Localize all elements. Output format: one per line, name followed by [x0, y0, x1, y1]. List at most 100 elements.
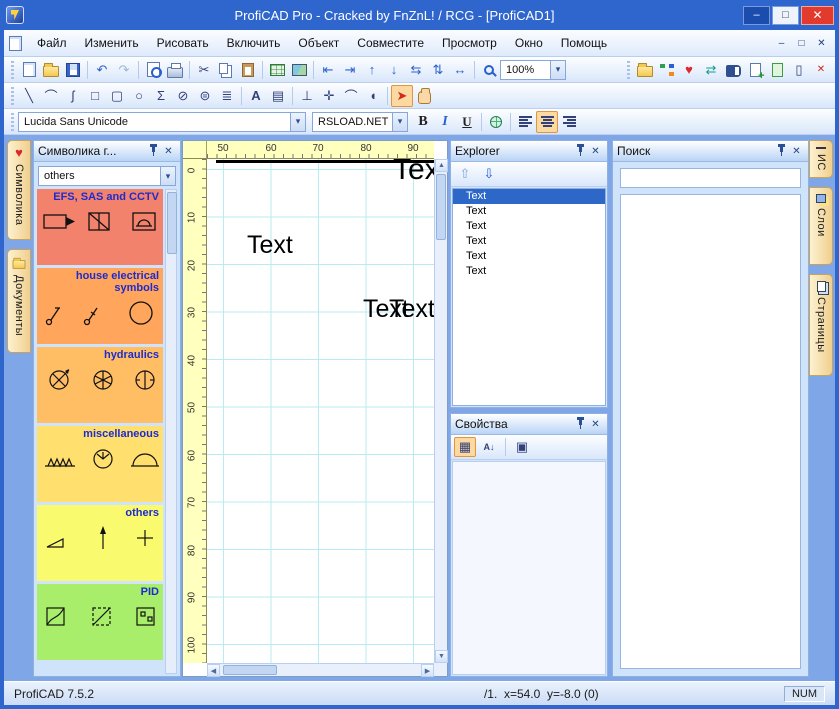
- insert-table-button[interactable]: [266, 59, 288, 81]
- menu-edit[interactable]: Изменить: [76, 32, 148, 54]
- tab-pages[interactable]: Страницы: [809, 274, 833, 376]
- scroll-left-icon[interactable]: ◀: [207, 664, 220, 677]
- chord-tool-button[interactable]: ⊜: [194, 85, 216, 107]
- symbol-category-others[interactable]: others: [37, 505, 163, 581]
- arc-tool-button[interactable]: ⌒: [40, 85, 62, 107]
- categorized-button[interactable]: ▦: [454, 437, 476, 457]
- toolbar-grip[interactable]: [11, 112, 14, 131]
- canvas-text-object[interactable]: Text: [247, 233, 293, 258]
- curve-tool-button[interactable]: ʃ: [62, 85, 84, 107]
- lines-tool-button[interactable]: ≣: [216, 85, 238, 107]
- flip-vertical-button[interactable]: ⇅: [427, 59, 449, 81]
- tree-view-button[interactable]: [656, 59, 678, 81]
- distribute-button[interactable]: ↔: [449, 59, 471, 81]
- underline-button[interactable]: U: [456, 111, 478, 133]
- search-input[interactable]: [620, 168, 801, 188]
- close-icon[interactable]: ✕: [588, 144, 603, 158]
- symbol-category-house-electrical[interactable]: house electrical symbols: [37, 268, 163, 344]
- canvas-text-object[interactable]: Text: [389, 297, 434, 322]
- refresh-button[interactable]: ⇄: [700, 59, 722, 81]
- menu-insert[interactable]: Включить: [218, 32, 290, 54]
- select-tool-button[interactable]: ➤: [391, 84, 413, 107]
- chip-button[interactable]: ▯: [788, 59, 810, 81]
- close-icon[interactable]: ✕: [789, 144, 804, 158]
- font-combobox[interactable]: Lucida Sans Unicode ▾: [18, 111, 306, 132]
- properties-grid[interactable]: [452, 461, 606, 675]
- list-item[interactable]: Text: [453, 264, 605, 279]
- print-preview-button[interactable]: [142, 59, 164, 81]
- toolbar-grip[interactable]: [627, 60, 630, 79]
- symbol-category-cctv[interactable]: EFS, SAS and CCTV: [37, 189, 163, 265]
- menu-object[interactable]: Объект: [289, 32, 348, 54]
- list-item[interactable]: Text: [453, 219, 605, 234]
- toolbar-grip[interactable]: [11, 60, 14, 79]
- font-size-combobox[interactable]: RSLOAD.NET ▾: [312, 111, 408, 132]
- zoom-combobox[interactable]: 100% ▾: [500, 59, 566, 80]
- symbols-group-dropdown-icon[interactable]: ▾: [160, 167, 175, 185]
- font-dropdown-icon[interactable]: ▾: [290, 112, 305, 131]
- page-button[interactable]: [766, 59, 788, 81]
- align-bottom-button[interactable]: ↓: [383, 59, 405, 81]
- symbols-scrollbar[interactable]: [165, 189, 177, 674]
- move-up-button[interactable]: ⇧: [454, 164, 476, 184]
- redo-button[interactable]: ↷: [113, 59, 135, 81]
- menu-draw[interactable]: Рисовать: [148, 32, 218, 54]
- close-toolbar-button[interactable]: ✕: [810, 59, 832, 81]
- horizontal-scrollbar[interactable]: ◀ ▶: [207, 663, 434, 677]
- symbols-group-combobox[interactable]: others ▾: [38, 166, 176, 186]
- pin-icon[interactable]: [774, 144, 789, 158]
- paste-button[interactable]: [237, 59, 259, 81]
- favorites-button[interactable]: ♥: [678, 59, 700, 81]
- line-tool-button[interactable]: ╲: [18, 85, 40, 107]
- notebook-button[interactable]: [722, 59, 744, 81]
- horizontal-scroll-thumb[interactable]: [223, 665, 277, 675]
- arc-number-tool-button[interactable]: ⌒: [340, 85, 362, 107]
- tab-symbols[interactable]: ♥ Символика: [7, 140, 31, 240]
- align-top-button[interactable]: ↑: [361, 59, 383, 81]
- open-project-button[interactable]: [634, 59, 656, 81]
- menu-file[interactable]: Файл: [28, 32, 76, 54]
- property-pages-button[interactable]: ▣: [511, 437, 533, 457]
- open-button[interactable]: [40, 59, 62, 81]
- toolbar-grip[interactable]: [11, 86, 14, 105]
- sort-alphabetical-button[interactable]: A↓: [478, 437, 500, 457]
- ellipse-arc-tool-button[interactable]: ⊘: [172, 85, 194, 107]
- save-button[interactable]: [62, 59, 84, 81]
- child-minimize-button[interactable]: –: [773, 36, 790, 51]
- undo-button[interactable]: ↶: [91, 59, 113, 81]
- rounded-rect-tool-button[interactable]: ▢: [106, 85, 128, 107]
- align-left-edges-button[interactable]: ⇤: [317, 59, 339, 81]
- canvas-viewport[interactable]: Text Text Text Text: [207, 159, 434, 663]
- align-text-right-button[interactable]: [558, 111, 580, 133]
- search-results-list[interactable]: [620, 194, 801, 669]
- close-button[interactable]: ✕: [801, 5, 834, 25]
- terminal-tool-button[interactable]: ⊥: [296, 85, 318, 107]
- menu-help[interactable]: Помощь: [552, 32, 616, 54]
- list-item[interactable]: Text: [453, 204, 605, 219]
- hyperlink-button[interactable]: [485, 111, 507, 133]
- junction-tool-button[interactable]: ✛: [318, 85, 340, 107]
- pan-tool-button[interactable]: [413, 85, 435, 107]
- zoom-dropdown-icon[interactable]: ▾: [550, 60, 565, 79]
- flip-horizontal-button[interactable]: ⇆: [405, 59, 427, 81]
- close-icon[interactable]: ✕: [588, 417, 603, 431]
- move-down-button[interactable]: ⇩: [478, 164, 500, 184]
- child-restore-button[interactable]: □: [793, 36, 810, 51]
- polygon-tool-button[interactable]: Σ: [150, 85, 172, 107]
- canvas-text-object[interactable]: Text: [393, 159, 434, 185]
- symbol-category-pid[interactable]: PID: [37, 584, 163, 660]
- align-text-left-button[interactable]: [514, 111, 536, 133]
- new-page-button[interactable]: [744, 59, 766, 82]
- align-text-center-button[interactable]: [536, 110, 558, 133]
- scroll-right-icon[interactable]: ▶: [421, 664, 434, 677]
- tab-documents[interactable]: Документы: [7, 249, 31, 353]
- text-tool-button[interactable]: A: [245, 85, 267, 107]
- symbol-category-miscellaneous[interactable]: miscellaneous: [37, 426, 163, 502]
- copy-button[interactable]: [215, 59, 237, 81]
- bold-button[interactable]: B: [412, 111, 434, 133]
- print-button[interactable]: [164, 59, 186, 81]
- menu-align[interactable]: Совместите: [348, 32, 433, 54]
- scroll-up-icon[interactable]: ▲: [435, 159, 448, 172]
- minimize-button[interactable]: –: [743, 5, 770, 25]
- tab-layers[interactable]: Слои: [809, 187, 833, 265]
